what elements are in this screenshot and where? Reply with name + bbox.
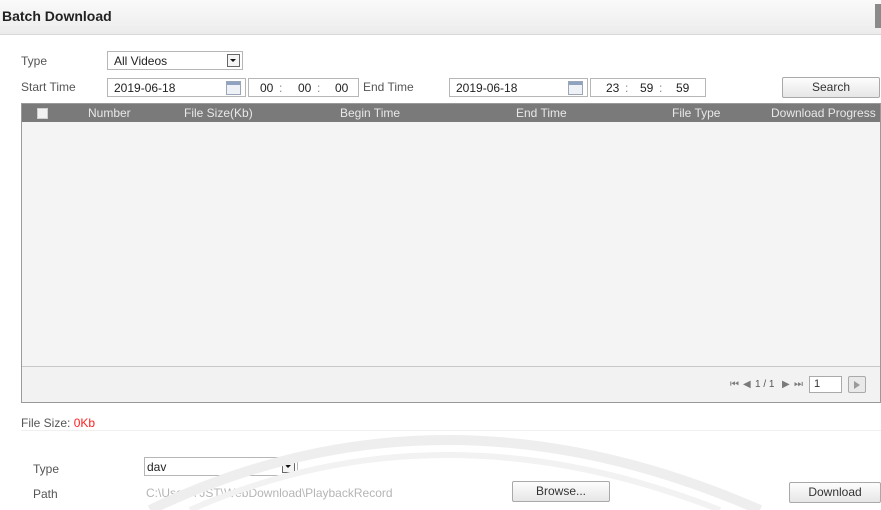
column-header-download-progress[interactable]: Download Progress xyxy=(771,106,876,120)
end-time-label: End Time xyxy=(363,80,414,94)
download-button[interactable]: Download xyxy=(789,482,881,503)
chevron-down-icon xyxy=(282,460,295,473)
first-page-icon[interactable]: ⏮ xyxy=(730,379,739,390)
page-number-input[interactable]: 1 xyxy=(809,376,842,393)
export-type-value: dav xyxy=(147,460,167,474)
start-hour[interactable]: 00 xyxy=(260,81,273,95)
export-type-select[interactable]: dav xyxy=(144,457,298,476)
divider xyxy=(21,430,881,431)
end-second[interactable]: 59 xyxy=(676,81,689,95)
path-value: C:\Users\ JST\WebDownload\PlaybackRecord xyxy=(146,486,393,500)
time-sep: : xyxy=(279,81,283,95)
table-header: Number File Size(Kb) Begin Time End Time… xyxy=(22,104,880,122)
time-sep: : xyxy=(625,81,629,95)
titlebar-edge xyxy=(875,4,881,28)
type-label: Type xyxy=(21,54,48,68)
browse-button[interactable]: Browse... xyxy=(512,481,610,502)
start-time-label: Start Time xyxy=(21,80,76,94)
file-size-label: File Size: 0Kb xyxy=(21,416,95,430)
end-minute[interactable]: 59 xyxy=(640,81,653,95)
file-size-label-text: File Size: xyxy=(21,416,71,430)
prev-page-icon[interactable]: ◀ xyxy=(743,379,751,390)
start-time-input[interactable]: 00 : 00 : 00 xyxy=(248,78,359,97)
dialog-titlebar: Batch Download xyxy=(0,0,881,35)
end-hour[interactable]: 23 xyxy=(606,81,619,95)
start-minute[interactable]: 00 xyxy=(298,81,311,95)
type-select[interactable]: All Videos xyxy=(107,51,243,70)
start-second[interactable]: 00 xyxy=(335,81,348,95)
time-sep: : xyxy=(659,81,663,95)
time-sep: : xyxy=(317,81,321,95)
start-date-input[interactable]: 2019-06-18 xyxy=(107,78,246,97)
start-date-value: 2019-06-18 xyxy=(114,81,176,95)
search-button[interactable]: Search xyxy=(782,77,880,98)
end-time-input[interactable]: 23 : 59 : 59 xyxy=(590,78,706,97)
results-table: Number File Size(Kb) Begin Time End Time… xyxy=(21,103,881,403)
path-input[interactable]: C:\Users\ JST\WebDownload\PlaybackRecord xyxy=(144,484,504,503)
chevron-down-icon xyxy=(227,54,240,67)
calendar-icon[interactable] xyxy=(226,81,241,95)
export-type-label: Type xyxy=(33,462,60,476)
end-date-value: 2019-06-18 xyxy=(456,81,518,95)
pagination: ⏮ ◀ 1 / 1 ▶ ⏭ 1 xyxy=(730,375,880,395)
calendar-icon[interactable] xyxy=(568,81,583,95)
column-header-end-time[interactable]: End Time xyxy=(516,106,567,120)
path-label: Path xyxy=(33,487,58,501)
type-select-value: All Videos xyxy=(114,54,168,68)
column-header-file-size[interactable]: File Size(Kb) xyxy=(184,106,253,120)
dialog-title: Batch Download xyxy=(2,8,112,24)
select-all-checkbox[interactable] xyxy=(37,108,48,119)
end-date-input[interactable]: 2019-06-18 xyxy=(449,78,588,97)
column-header-number[interactable]: Number xyxy=(88,106,131,120)
go-page-button[interactable] xyxy=(848,376,866,393)
last-page-icon[interactable]: ⏭ xyxy=(794,379,803,390)
table-footer: ⏮ ◀ 1 / 1 ▶ ⏭ 1 xyxy=(22,366,880,402)
file-size-value: 0Kb xyxy=(73,416,96,430)
column-header-file-type[interactable]: File Type xyxy=(672,106,720,120)
next-page-icon[interactable]: ▶ xyxy=(782,379,790,390)
column-header-begin-time[interactable]: Begin Time xyxy=(340,106,400,120)
page-indicator: 1 / 1 xyxy=(755,379,775,390)
